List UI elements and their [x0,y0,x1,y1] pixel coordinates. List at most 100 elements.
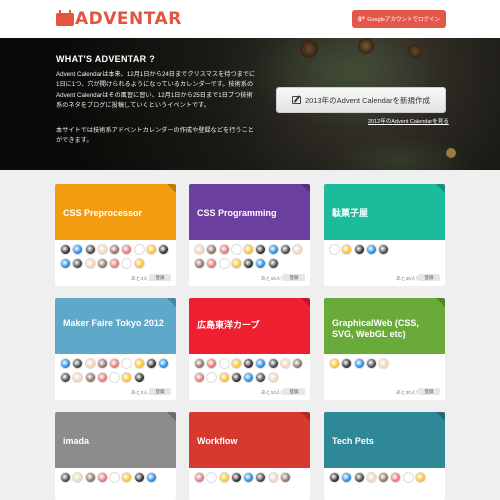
calendar-card[interactable]: GraphicalWeb (CSS, SVG, WebGL etc) あと20人… [324,298,445,400]
avatar[interactable] [84,258,96,269]
avatar[interactable] [218,358,230,369]
avatar[interactable] [365,244,377,255]
avatar[interactable] [341,358,353,369]
avatar[interactable] [206,358,218,369]
avatar[interactable] [230,472,242,483]
avatar[interactable] [255,472,267,483]
avatar[interactable] [218,244,230,255]
avatar[interactable] [267,472,279,483]
calendar-card[interactable]: 駄菓子屋 あと20人！ 登録 [324,184,445,286]
avatar[interactable] [109,358,121,369]
calendar-card[interactable]: CSS Preprocessor あと3人！ 登録 [55,184,176,286]
avatar[interactable] [267,244,279,255]
avatar[interactable] [72,372,84,383]
register-button[interactable]: 登録 [283,274,305,281]
avatar[interactable] [84,372,96,383]
avatar[interactable] [96,358,108,369]
avatar[interactable] [243,358,255,369]
avatar[interactable] [218,472,230,483]
avatar[interactable] [121,372,133,383]
avatar[interactable] [96,258,108,269]
avatar[interactable] [84,358,96,369]
avatar[interactable] [121,358,133,369]
avatar[interactable] [194,258,205,269]
avatar[interactable] [378,472,390,483]
avatar[interactable] [109,472,121,483]
avatar[interactable] [121,244,133,255]
avatar[interactable] [133,372,145,383]
avatar[interactable] [121,258,133,269]
avatar[interactable] [60,358,71,369]
avatar[interactable] [194,472,205,483]
avatar[interactable] [353,244,365,255]
avatar[interactable] [121,472,133,483]
calendar-card[interactable]: imada [55,412,176,500]
avatar[interactable] [243,472,255,483]
avatar[interactable] [109,372,121,383]
avatar[interactable] [255,372,267,383]
avatar[interactable] [158,358,170,369]
register-button[interactable]: 登録 [149,274,171,281]
avatar[interactable] [280,244,292,255]
avatar[interactable] [329,472,340,483]
avatar[interactable] [133,358,145,369]
avatar[interactable] [292,244,304,255]
avatar[interactable] [267,372,279,383]
avatar[interactable] [267,358,279,369]
calendar-card[interactable]: CSS Programming あと10人！ 登録 [189,184,310,286]
avatar[interactable] [60,372,71,383]
avatar[interactable] [146,244,158,255]
avatar[interactable] [146,472,158,483]
avatar[interactable] [146,358,158,369]
avatar[interactable] [280,358,292,369]
avatar[interactable] [365,472,377,483]
avatar[interactable] [280,472,292,483]
avatar[interactable] [353,472,365,483]
avatar[interactable] [230,372,242,383]
avatar[interactable] [133,472,145,483]
see-2012-link[interactable]: 2012年のAdvent Calendarを見る [368,117,449,125]
calendar-card[interactable]: Workflow [189,412,310,500]
avatar[interactable] [109,258,121,269]
avatar[interactable] [402,472,414,483]
avatar[interactable] [84,472,96,483]
avatar[interactable] [206,244,218,255]
register-button[interactable]: 登録 [418,274,440,281]
avatar[interactable] [218,372,230,383]
avatar[interactable] [60,472,71,483]
avatar[interactable] [243,372,255,383]
avatar[interactable] [230,258,242,269]
avatar[interactable] [390,472,402,483]
avatar[interactable] [378,244,390,255]
avatar[interactable] [292,358,304,369]
avatar[interactable] [72,244,84,255]
avatar[interactable] [206,472,218,483]
calendar-card[interactable]: Tech Pets [324,412,445,500]
avatar[interactable] [206,258,218,269]
avatar[interactable] [243,258,255,269]
avatar[interactable] [72,358,84,369]
avatar[interactable] [96,372,108,383]
avatar[interactable] [60,244,71,255]
avatar[interactable] [267,258,279,269]
register-button[interactable]: 登録 [418,388,440,395]
avatar[interactable] [194,372,205,383]
avatar[interactable] [353,358,365,369]
logo[interactable]: ADVENTAR [56,9,182,29]
avatar[interactable] [194,358,205,369]
avatar[interactable] [415,472,427,483]
avatar[interactable] [218,258,230,269]
avatar[interactable] [341,472,353,483]
avatar[interactable] [329,244,340,255]
avatar[interactable] [255,244,267,255]
avatar[interactable] [255,358,267,369]
avatar[interactable] [109,244,121,255]
avatar[interactable] [206,372,218,383]
avatar[interactable] [194,244,205,255]
avatar[interactable] [72,258,84,269]
avatar[interactable] [255,258,267,269]
avatar[interactable] [133,258,145,269]
avatar[interactable] [96,244,108,255]
avatar[interactable] [133,244,145,255]
calendar-card[interactable]: 広島東洋カープ あと10人！ 登録 [189,298,310,400]
